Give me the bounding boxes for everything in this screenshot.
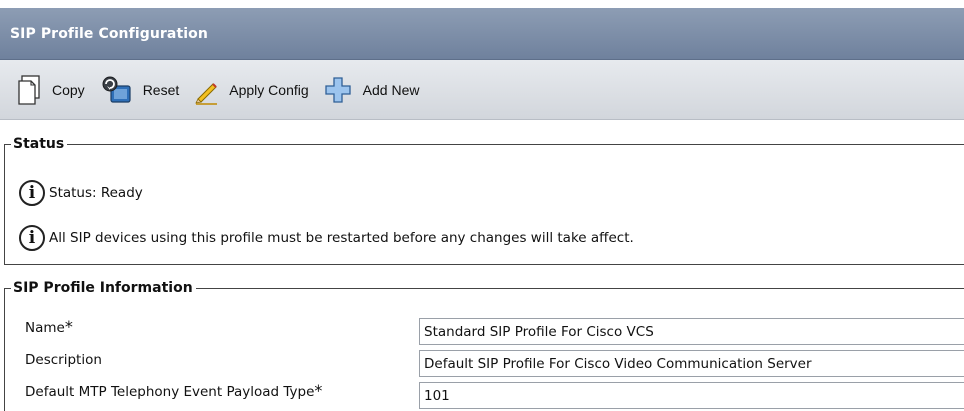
payload-type-label: Default MTP Telephony Event Payload Type…	[25, 381, 323, 400]
required-marker: *	[64, 317, 73, 336]
info-icon: i	[19, 225, 45, 251]
title-bar: SIP Profile Configuration	[0, 8, 964, 60]
description-field[interactable]	[419, 350, 964, 377]
reset-button[interactable]: Reset	[99, 75, 180, 105]
reset-icon	[99, 75, 133, 105]
add-new-button[interactable]: Add New	[323, 75, 420, 105]
page-title: SIP Profile Configuration	[10, 25, 208, 42]
restart-warning-message: i All SIP devices using this profile mus…	[19, 225, 634, 251]
add-icon	[323, 75, 353, 105]
apply-config-label: Apply Config	[229, 81, 309, 98]
description-row: Description	[25, 348, 964, 377]
copy-label: Copy	[52, 81, 85, 98]
reset-label: Reset	[142, 81, 180, 98]
status-legend: Status	[13, 136, 65, 152]
copy-button[interactable]: Copy	[16, 74, 85, 105]
status-section: Status i Status: Ready i All SIP devices…	[4, 136, 964, 265]
payload-type-row: Default MTP Telephony Event Payload Type…	[25, 380, 964, 409]
copy-icon	[16, 74, 42, 105]
pencil-icon	[193, 75, 219, 105]
restart-warning-text: All SIP devices using this profile must …	[49, 230, 634, 246]
name-field[interactable]	[419, 318, 964, 345]
apply-config-button[interactable]: Apply Config	[193, 75, 309, 105]
description-label: Description	[25, 352, 102, 368]
info-icon: i	[19, 180, 45, 206]
add-new-label: Add New	[362, 81, 420, 98]
status-message: i Status: Ready	[19, 180, 143, 206]
name-row: Name*	[25, 316, 964, 345]
toolbar: Copy Reset Apply Config Add New	[0, 60, 964, 120]
required-marker: *	[314, 381, 323, 400]
name-label: Name*	[25, 317, 73, 336]
sip-profile-information-section: SIP Profile Information Name* Descriptio…	[4, 280, 964, 411]
status-text: Status: Ready	[49, 185, 143, 201]
sip-profile-information-legend: SIP Profile Information	[13, 280, 193, 296]
payload-type-field[interactable]	[419, 382, 964, 409]
